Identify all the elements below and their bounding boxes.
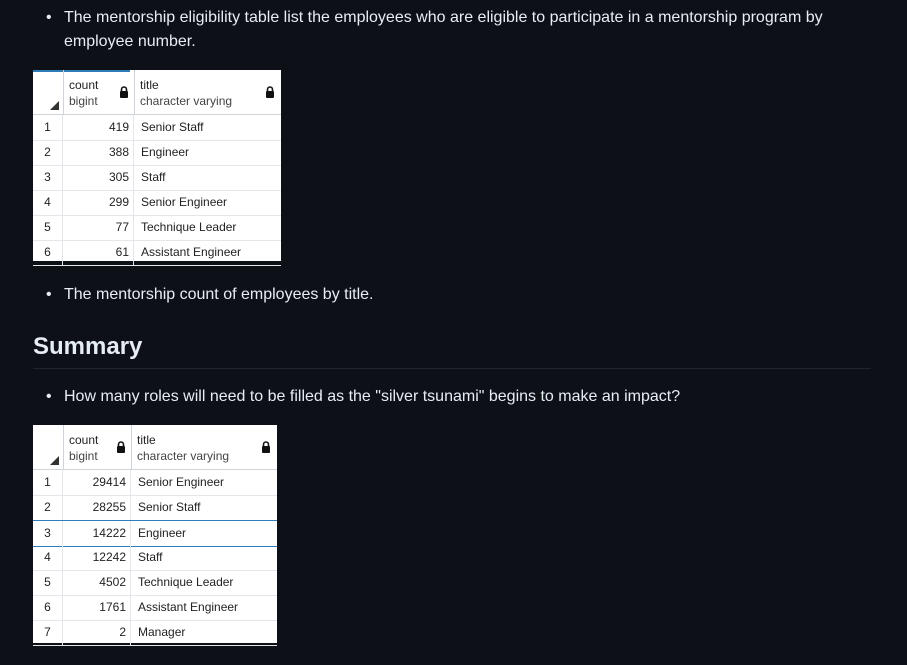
cell-title[interactable]: Assistant Engineer: [135, 240, 281, 265]
column-type: bigint: [69, 449, 98, 463]
column-type: character varying: [137, 449, 230, 463]
heading-divider: [33, 368, 871, 369]
cell-title[interactable]: Senior Staff: [132, 495, 277, 520]
cell-count[interactable]: 2: [64, 620, 131, 645]
table-row[interactable]: 2 388 Engineer: [33, 140, 281, 166]
row-number[interactable]: 1: [33, 115, 63, 140]
bullet-eligibility: • The mentorship eligibility table list …: [46, 6, 846, 54]
row-number[interactable]: 5: [33, 215, 63, 240]
summary-heading: Summary: [33, 333, 143, 360]
table-row[interactable]: 5 77 Technique Leader: [33, 215, 281, 241]
cell-title[interactable]: Assistant Engineer: [132, 595, 277, 620]
cell-title[interactable]: Engineer: [135, 140, 281, 165]
table-row[interactable]: 1 419 Senior Staff: [33, 115, 281, 141]
bullet-question-text: How many roles will need to be filled as…: [64, 388, 681, 405]
row-number[interactable]: 2: [33, 140, 63, 165]
column-header-count[interactable]: count bigint: [64, 70, 135, 114]
table-row[interactable]: 4 299 Senior Engineer: [33, 190, 281, 216]
cell-title[interactable]: Senior Staff: [135, 115, 281, 140]
bullet-mentorship-count: • The mentorship count of employees by t…: [46, 283, 846, 307]
cell-title[interactable]: Senior Engineer: [132, 470, 277, 495]
lock-icon: [266, 86, 274, 98]
bullet-dot: •: [46, 388, 52, 405]
cell-count[interactable]: 4502: [64, 570, 131, 595]
cell-count[interactable]: 419: [64, 115, 134, 140]
cell-title[interactable]: Manager: [132, 620, 277, 645]
row-number[interactable]: 3: [33, 165, 63, 190]
row-number[interactable]: 2: [33, 495, 63, 520]
cell-title[interactable]: Staff: [132, 545, 277, 570]
cell-count[interactable]: 29414: [64, 470, 131, 495]
cell-title[interactable]: Technique Leader: [135, 215, 281, 240]
table-row[interactable]: 1 29414 Senior Engineer: [33, 470, 277, 496]
retiring-titles-table: count bigint title character varying 1 29…: [33, 425, 277, 646]
table-row[interactable]: 5 4502 Technique Leader: [33, 570, 277, 596]
table-row[interactable]: 6 1761 Assistant Engineer: [33, 595, 277, 621]
cell-count[interactable]: 1761: [64, 595, 131, 620]
column-name: title: [137, 433, 156, 447]
column-header-count[interactable]: count bigint: [64, 425, 132, 469]
bullet-mentorship-count-text: The mentorship count of employees by tit…: [64, 286, 374, 303]
cell-title[interactable]: Technique Leader: [132, 570, 277, 595]
cell-title[interactable]: Staff: [135, 165, 281, 190]
bullet-dot: •: [46, 286, 52, 303]
column-header-title[interactable]: title character varying: [132, 425, 276, 469]
cell-count[interactable]: 305: [64, 165, 134, 190]
row-number[interactable]: 3: [33, 521, 63, 546]
table-row[interactable]: 7 2 Manager: [33, 620, 277, 646]
cell-count[interactable]: 388: [64, 140, 134, 165]
table-row[interactable]: 6 61 Assistant Engineer: [33, 240, 281, 266]
cell-count[interactable]: 77: [64, 215, 134, 240]
row-number[interactable]: 5: [33, 570, 63, 595]
column-name: title: [140, 78, 159, 92]
sort-corner-icon[interactable]: [33, 425, 64, 469]
row-number[interactable]: 7: [33, 620, 63, 645]
row-number[interactable]: 1: [33, 470, 63, 495]
column-name: count: [69, 433, 99, 447]
cell-title[interactable]: Engineer: [132, 521, 277, 546]
table-row[interactable]: 2 28255 Senior Staff: [33, 495, 277, 521]
row-number[interactable]: 4: [33, 545, 63, 570]
cell-count[interactable]: 299: [64, 190, 134, 215]
row-number[interactable]: 6: [33, 595, 63, 620]
cell-title[interactable]: Senior Engineer: [135, 190, 281, 215]
bullet-question: • How many roles will need to be filled …: [46, 385, 846, 409]
row-number[interactable]: 6: [33, 240, 63, 265]
cell-count[interactable]: 12242: [64, 545, 131, 570]
column-type: character varying: [140, 94, 233, 108]
cell-count[interactable]: 61: [64, 240, 134, 265]
sort-corner-icon[interactable]: [33, 70, 64, 114]
bullet-eligibility-text: The mentorship eligibility table list th…: [64, 9, 823, 50]
column-type: bigint: [69, 94, 98, 108]
table-row[interactable]: 3 305 Staff: [33, 165, 281, 191]
bullet-dot: •: [46, 9, 52, 26]
table-row[interactable]: 4 12242 Staff: [33, 545, 277, 571]
cell-count[interactable]: 28255: [64, 495, 131, 520]
lock-icon: [262, 441, 270, 453]
column-name: count: [69, 78, 99, 92]
row-number[interactable]: 4: [33, 190, 63, 215]
mentorship-eligibility-table: count bigint title character varying 1 41…: [33, 70, 281, 266]
table-row[interactable]: 3 14222 Engineer: [33, 520, 277, 547]
column-header-title[interactable]: title character varying: [135, 70, 280, 114]
lock-icon: [120, 86, 128, 98]
lock-icon: [117, 441, 125, 453]
readme-page: • The mentorship eligibility table list …: [0, 0, 907, 665]
cell-count[interactable]: 14222: [64, 521, 131, 546]
